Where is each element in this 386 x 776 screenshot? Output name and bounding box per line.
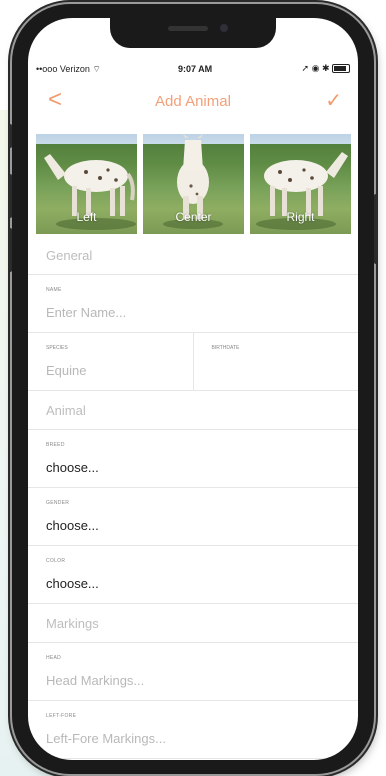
photo-left-label: Left — [76, 210, 97, 224]
color-label: COLOR — [46, 558, 66, 564]
notch — [110, 18, 276, 48]
gender-label: GENDER — [46, 500, 70, 506]
leftfore-markings-field[interactable]: LEFT-FORE Left-Fore Markings... — [28, 701, 358, 759]
leftfore-label: LEFT-FORE — [46, 713, 77, 719]
phone-screen: ••ooo Verizon ⌔ 9:07 AM ➚ ◉ ✱ < Add Anim… — [28, 18, 358, 760]
front-camera — [220, 24, 228, 32]
name-input[interactable]: Enter Name... — [46, 305, 126, 320]
power-button — [374, 194, 378, 264]
breed-select[interactable]: choose... — [46, 460, 99, 475]
volume-up-button — [8, 174, 12, 218]
mute-switch — [8, 124, 12, 148]
species-birthdate-row: SPECIES Equine BIRTHDATE — [28, 333, 358, 391]
name-field[interactable]: NAME Enter Name... — [28, 275, 358, 333]
photo-center-label: Center — [175, 210, 212, 224]
status-bar: ••ooo Verizon ⌔ 9:07 AM ➚ ◉ ✱ — [28, 62, 358, 78]
photo-left[interactable]: Left — [36, 134, 137, 234]
navigation-bar: < Add Animal ✓ — [28, 84, 358, 118]
species-value[interactable]: Equine — [46, 363, 86, 378]
name-label: NAME — [46, 287, 62, 293]
color-select[interactable]: choose... — [46, 576, 99, 591]
leftfore-markings-input[interactable]: Left-Fore Markings... — [46, 731, 166, 746]
gender-field[interactable]: GENDER choose... — [28, 488, 358, 546]
carrier-label: ••ooo Verizon ⌔ — [36, 64, 101, 75]
photo-right-label: Right — [286, 210, 315, 224]
head-markings-input[interactable]: Head Markings... — [46, 673, 144, 688]
done-checkmark-button[interactable]: ✓ — [325, 88, 342, 113]
head-label: HEAD — [46, 655, 62, 661]
gender-select[interactable]: choose... — [46, 518, 99, 533]
photo-center[interactable]: Center — [143, 134, 244, 234]
head-markings-field[interactable]: HEAD Head Markings... — [28, 643, 358, 701]
section-markings-title: Markings — [46, 616, 99, 631]
section-general-title: General — [46, 248, 93, 263]
section-animal: Animal — [28, 391, 358, 430]
breed-label: BREED — [46, 442, 65, 448]
wifi-icon: ⌔ — [92, 64, 101, 74]
phone-frame: ••ooo Verizon ⌔ 9:07 AM ➚ ◉ ✱ < Add Anim… — [8, 4, 378, 774]
species-label: SPECIES — [46, 345, 68, 351]
page-title: Add Animal — [155, 93, 231, 110]
add-animal-form: General NAME Enter Name... SPECIES Equin… — [28, 236, 358, 759]
section-markings: Markings — [28, 604, 358, 643]
battery-icon — [332, 64, 350, 74]
section-animal-title: Animal — [46, 403, 86, 418]
carrier-text: ••ooo Verizon — [36, 64, 90, 74]
photo-strip: Left Center Right — [28, 134, 358, 234]
volume-down-button — [8, 228, 12, 272]
status-icons: ➚ ◉ ✱ — [301, 63, 330, 73]
speaker — [168, 26, 208, 31]
birthdate-field[interactable]: BIRTHDATE — [192, 333, 359, 390]
birthdate-label: BIRTHDATE — [211, 345, 240, 351]
breed-field[interactable]: BREED choose... — [28, 430, 358, 488]
section-general: General — [28, 236, 358, 275]
photo-right[interactable]: Right — [250, 134, 351, 234]
status-right-icons: ➚ ◉ ✱ — [302, 63, 350, 74]
species-field[interactable]: SPECIES Equine — [28, 333, 193, 390]
status-time: 9:07 AM — [178, 64, 213, 74]
color-field[interactable]: COLOR choose... — [28, 546, 358, 604]
